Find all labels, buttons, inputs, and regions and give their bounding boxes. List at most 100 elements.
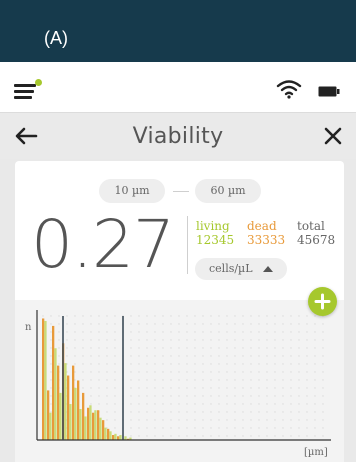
grid-dot xyxy=(218,411,220,413)
grid-dot xyxy=(234,395,236,397)
grid-dot xyxy=(170,387,172,389)
grid-dot xyxy=(242,331,244,333)
histogram-chart: n [µm] xyxy=(15,300,344,462)
size-max-pill[interactable]: 60 µm xyxy=(195,179,261,203)
grid-dot xyxy=(266,323,268,325)
grid-dot xyxy=(274,355,276,357)
grid-dot xyxy=(210,331,212,333)
grid-dot xyxy=(242,363,244,365)
menu-icon[interactable] xyxy=(14,79,42,100)
grid-dot xyxy=(194,347,196,349)
living-label: living xyxy=(196,219,230,233)
grid-dot xyxy=(210,395,212,397)
grid-dot xyxy=(250,347,252,349)
grid-dot xyxy=(218,387,220,389)
grid-dot xyxy=(250,387,252,389)
grid-dot xyxy=(170,403,172,405)
grid-dot xyxy=(290,347,292,349)
range-separator xyxy=(173,191,189,192)
grid-dot xyxy=(322,339,324,341)
close-icon[interactable] xyxy=(322,125,344,147)
grid-dot xyxy=(210,427,212,429)
grid-dot xyxy=(162,331,164,333)
grid-dot xyxy=(130,411,132,413)
grid-dot xyxy=(218,427,220,429)
grid-dot xyxy=(194,403,196,405)
grid-dot xyxy=(322,347,324,349)
dead-count: 33333 xyxy=(247,233,286,247)
grid-dot xyxy=(90,323,92,325)
grid-dot xyxy=(266,363,268,365)
grid-dot xyxy=(162,347,164,349)
dead-bar xyxy=(57,365,60,440)
grid-dot xyxy=(82,315,84,317)
grid-dot xyxy=(218,331,220,333)
grid-dot xyxy=(242,347,244,349)
grid-dot xyxy=(178,315,180,317)
grid-dot xyxy=(178,435,180,437)
living-bar xyxy=(54,348,57,440)
grid-dot xyxy=(186,419,188,421)
menu-line xyxy=(14,90,34,93)
grid-dot xyxy=(98,339,100,341)
dead-bar xyxy=(42,318,45,440)
grid-dot xyxy=(274,427,276,429)
dead-bar xyxy=(107,428,110,440)
grid-dot xyxy=(266,355,268,357)
living-bar xyxy=(79,409,82,440)
grid-dot xyxy=(314,323,316,325)
grid-dot xyxy=(90,315,92,317)
grid-dot xyxy=(242,387,244,389)
grid-dot xyxy=(50,387,52,389)
grid-dot xyxy=(154,427,156,429)
grid-dot xyxy=(306,331,308,333)
grid-dot xyxy=(250,363,252,365)
grid-dot xyxy=(218,355,220,357)
grid-dot xyxy=(282,323,284,325)
grid-dot xyxy=(130,323,132,325)
grid-dot xyxy=(298,371,300,373)
grid-dot xyxy=(114,395,116,397)
grid-dot xyxy=(90,331,92,333)
grid-dot xyxy=(290,419,292,421)
grid-dot xyxy=(210,411,212,413)
grid-dot xyxy=(170,347,172,349)
grid-dot xyxy=(50,403,52,405)
grid-dot xyxy=(154,395,156,397)
grid-dot xyxy=(186,323,188,325)
grid-dot xyxy=(226,419,228,421)
grid-dot xyxy=(178,339,180,341)
grid-dot xyxy=(210,315,212,317)
unit-selector[interactable]: cells/µL xyxy=(195,258,287,280)
grid-dot xyxy=(170,411,172,413)
grid-dot xyxy=(226,323,228,325)
grid-dot xyxy=(114,355,116,357)
grid-dot xyxy=(106,379,108,381)
grid-dot xyxy=(242,339,244,341)
grid-dot xyxy=(314,339,316,341)
grid-dot xyxy=(130,331,132,333)
grid-dot xyxy=(210,363,212,365)
grid-dot xyxy=(322,363,324,365)
grid-dot xyxy=(138,387,140,389)
grid-dot xyxy=(170,435,172,437)
grid-dot xyxy=(202,427,204,429)
dead-bar xyxy=(72,365,75,440)
grid-dot xyxy=(162,435,164,437)
grid-dot xyxy=(50,411,52,413)
size-min-pill[interactable]: 10 µm xyxy=(99,179,165,203)
grid-dot xyxy=(98,355,100,357)
grid-dot xyxy=(58,355,60,357)
grid-dot xyxy=(250,315,252,317)
grid-dot xyxy=(138,355,140,357)
grid-dot xyxy=(218,315,220,317)
grid-dot xyxy=(290,411,292,413)
grid-dot xyxy=(210,403,212,405)
add-button[interactable] xyxy=(308,287,337,316)
grid-dot xyxy=(210,339,212,341)
grid-dot xyxy=(154,411,156,413)
grid-dot xyxy=(186,411,188,413)
living-bar xyxy=(119,435,122,440)
grid-dot xyxy=(242,435,244,437)
grid-dot xyxy=(274,371,276,373)
